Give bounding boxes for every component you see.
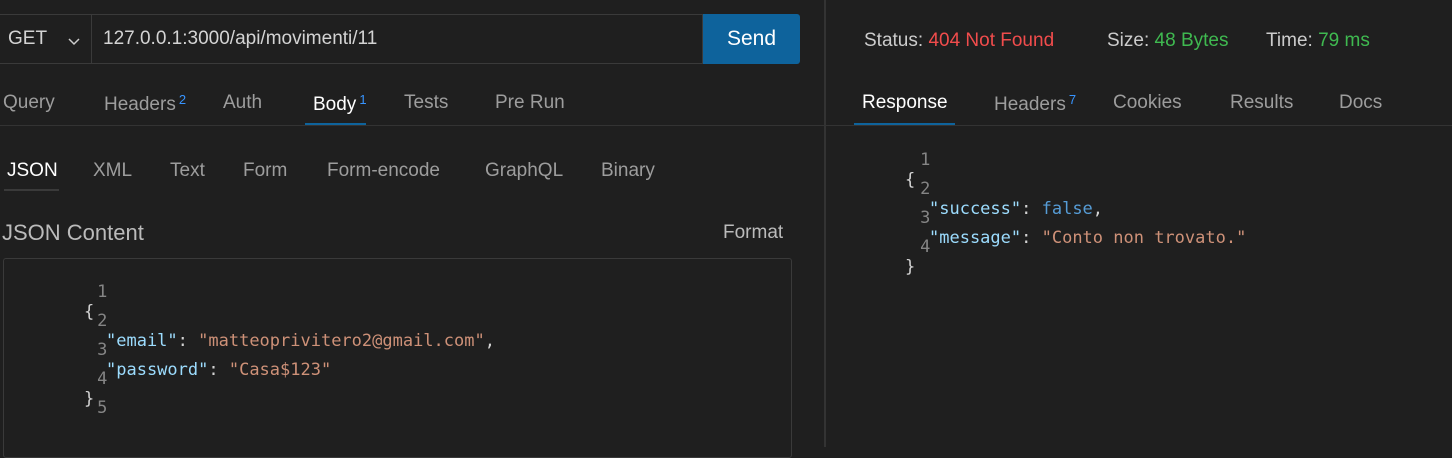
tab-docs[interactable]: Docs bbox=[1339, 92, 1382, 114]
body-tab-graphql[interactable]: GraphQL bbox=[485, 160, 563, 182]
tab-results[interactable]: Results bbox=[1230, 92, 1293, 114]
json-body-editor[interactable]: 1 { 2 "email": "matteoprivitero2@gmail.c… bbox=[3, 258, 792, 458]
request-panel: GET 127.0.0.1:3000/api/movimenti/11 Send… bbox=[0, 0, 824, 458]
response-line: 1 { bbox=[905, 150, 931, 190]
tab-auth[interactable]: Auth bbox=[223, 92, 262, 114]
tabs-divider bbox=[0, 125, 824, 126]
request-tabs: Query Headers 2 Auth Body 1 Tests Pre Run bbox=[0, 82, 824, 126]
editor-line: 5 bbox=[97, 398, 108, 418]
tab-cookies[interactable]: Cookies bbox=[1113, 92, 1182, 114]
tab-body[interactable]: Body 1 bbox=[313, 92, 367, 116]
tab-response-headers[interactable]: Headers 7 bbox=[994, 92, 1076, 116]
tab-headers[interactable]: Headers 2 bbox=[104, 92, 186, 116]
editor-line: 4 } bbox=[84, 369, 108, 409]
url-input[interactable]: 127.0.0.1:3000/api/movimenti/11 bbox=[92, 14, 703, 64]
response-line: 4 } bbox=[905, 237, 931, 277]
time-info: Time: 79 ms bbox=[1266, 30, 1370, 51]
tab-tests[interactable]: Tests bbox=[404, 92, 448, 114]
size-info: Size: 48 Bytes bbox=[1107, 30, 1229, 51]
editor-line: 1 { bbox=[84, 282, 108, 322]
format-button[interactable]: Format bbox=[723, 222, 783, 244]
body-tab-json[interactable]: JSON bbox=[7, 160, 58, 182]
editor-line: 3 "password": "Casa$123" bbox=[97, 340, 332, 380]
response-line: 3 "message": "Conto non trovato." bbox=[920, 208, 1247, 248]
tab-response[interactable]: Response bbox=[862, 92, 948, 114]
body-tab-form-encode[interactable]: Form-encode bbox=[327, 160, 440, 182]
body-tab-underline bbox=[4, 189, 59, 191]
tab-query[interactable]: Query bbox=[3, 92, 55, 114]
time-value: 79 ms bbox=[1318, 30, 1370, 51]
tab-pre-run[interactable]: Pre Run bbox=[495, 92, 565, 114]
send-button[interactable]: Send bbox=[703, 14, 800, 64]
size-value: 48 Bytes bbox=[1154, 30, 1229, 51]
response-line: 2 "success": false, bbox=[920, 179, 1104, 219]
response-headers-badge: 7 bbox=[1068, 92, 1077, 107]
method-select[interactable]: GET bbox=[0, 14, 92, 64]
json-content-title: JSON Content bbox=[2, 220, 144, 245]
body-tab-xml[interactable]: XML bbox=[93, 160, 132, 182]
body-tab-form[interactable]: Form bbox=[243, 160, 287, 182]
editor-line: 2 "email": "matteoprivitero2@gmail.com", bbox=[97, 311, 495, 351]
response-panel: Status: 404 Not Found Size: 48 Bytes Tim… bbox=[826, 0, 1452, 447]
body-count-badge: 1 bbox=[359, 92, 367, 107]
chevron-down-icon bbox=[68, 38, 80, 46]
status-info: Status: 404 Not Found bbox=[864, 30, 1055, 51]
method-label: GET bbox=[8, 28, 48, 49]
body-tab-text[interactable]: Text bbox=[170, 160, 205, 182]
response-viewer[interactable]: 1 { 2 "success": false, 3 "message": "Co… bbox=[826, 126, 1452, 447]
status-value: 404 Not Found bbox=[928, 30, 1055, 51]
headers-count-badge: 2 bbox=[178, 92, 187, 107]
body-tab-binary[interactable]: Binary bbox=[601, 160, 655, 182]
